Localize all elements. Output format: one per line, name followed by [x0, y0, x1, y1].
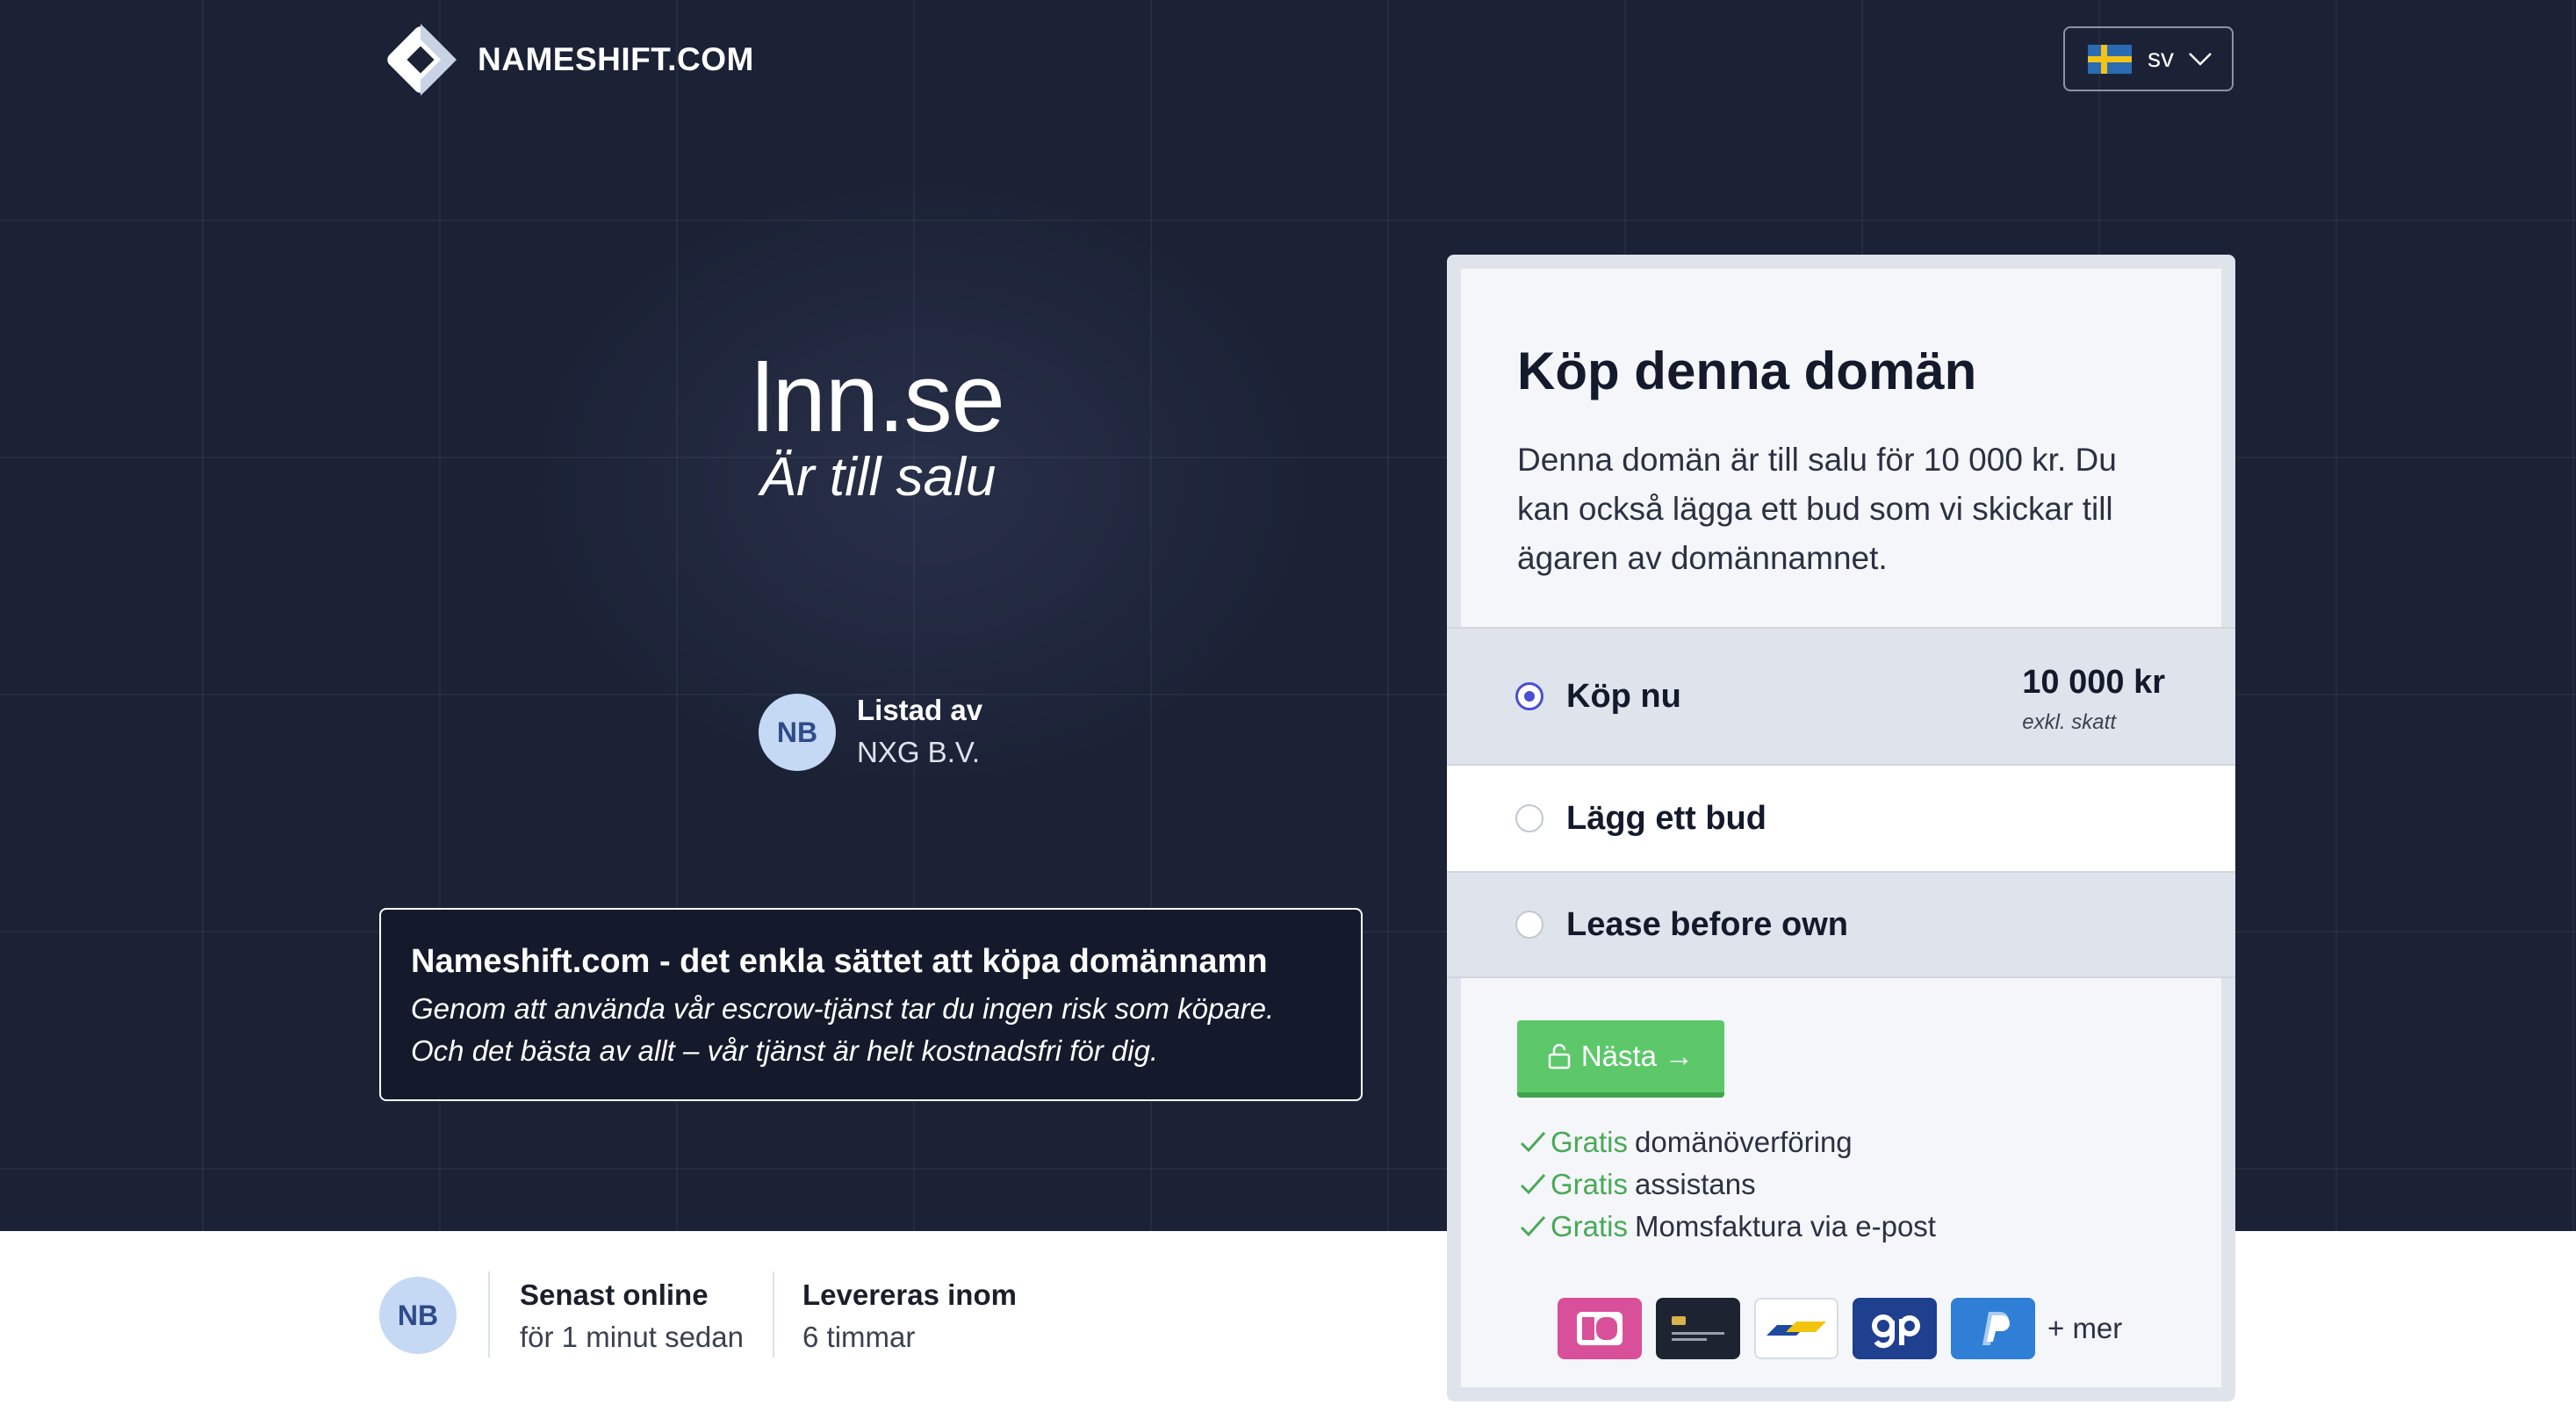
radio-buy-now[interactable]: [1515, 682, 1543, 710]
chevron-down-icon: [2188, 50, 2213, 68]
check-icon: [1519, 1214, 1547, 1240]
option-label: Köp nu: [1566, 677, 1681, 715]
option-buy-now[interactable]: Köp nu 10 000 kr exkl. skatt: [1447, 627, 2235, 764]
check-icon: [1519, 1129, 1547, 1156]
benefit-item: Gratis domänöverföring: [1519, 1126, 1853, 1159]
sweden-flag-icon: [2088, 44, 2132, 74]
benefit-text: Momsfaktura via e-post: [1635, 1210, 1936, 1242]
delivery-label: Levereras inom: [802, 1278, 1017, 1311]
radio-lease[interactable]: [1515, 911, 1543, 939]
price-value: 10 000 kr: [2022, 664, 2165, 701]
next-button[interactable]: Nästa →: [1517, 1020, 1724, 1098]
benefit-highlight: Gratis: [1551, 1168, 1629, 1200]
card-icon: [1656, 1298, 1740, 1359]
language-code: sv: [2148, 44, 2174, 73]
language-selector[interactable]: sv: [2063, 26, 2234, 91]
bancontact-icon: [1754, 1298, 1838, 1359]
benefit-item: Gratis assistans: [1519, 1168, 1756, 1201]
site-logo[interactable]: NAMESHIFT.COM: [378, 16, 754, 104]
radio-make-bid[interactable]: [1515, 804, 1543, 832]
giropay-icon: [1853, 1298, 1937, 1359]
lock-icon: [1548, 1043, 1571, 1070]
info-box-title: Nameshift.com - det enkla sättet att köp…: [411, 943, 1268, 980]
paypal-icon: [1951, 1298, 2035, 1359]
benefit-highlight: Gratis: [1551, 1126, 1629, 1158]
divider: [488, 1271, 490, 1358]
benefit-text: domänöverföring: [1635, 1126, 1853, 1158]
benefit-highlight: Gratis: [1551, 1210, 1629, 1242]
escrow-info-box: Nameshift.com - det enkla sättet att köp…: [379, 908, 1363, 1101]
benefit-item: Gratis Momsfaktura via e-post: [1519, 1210, 1936, 1243]
divider: [773, 1271, 774, 1358]
domain-name: lnn.se: [752, 344, 1005, 452]
next-button-label: Nästa →: [1580, 1040, 1695, 1072]
ideal-icon: [1558, 1298, 1642, 1359]
seller-avatar-small: NB: [379, 1277, 457, 1354]
listed-by-value: NXG B.V.: [857, 736, 981, 768]
option-lease[interactable]: Lease before own: [1447, 871, 2235, 978]
option-label: Lease before own: [1566, 905, 1848, 943]
delivery-value: 6 timmar: [802, 1321, 916, 1353]
seller-avatar: NB: [759, 694, 836, 771]
benefit-text: assistans: [1635, 1168, 1756, 1200]
info-box-text: Genom att använda vår escrow-tjänst tar …: [411, 992, 1275, 1067]
option-make-bid[interactable]: Lägg ett bud: [1447, 764, 2235, 871]
card-title: Köp denna domän: [1517, 342, 1977, 400]
for-sale-subtitle: Är till salu: [759, 447, 997, 508]
purchase-card-header: Köp denna domän Denna domän är till salu…: [1461, 269, 2221, 620]
listed-by-label: Listad av: [857, 694, 983, 726]
more-payments-text: + mer: [2047, 1312, 2123, 1344]
check-icon: [1519, 1171, 1547, 1198]
option-label: Lägg ett bud: [1566, 799, 1767, 837]
logo-diamond-icon: [378, 17, 464, 103]
price-block: 10 000 kr exkl. skatt: [2022, 664, 2165, 735]
card-description: Denna domän är till salu för 10 000 kr. …: [1517, 442, 2117, 576]
price-note: exkl. skatt: [2022, 710, 2116, 734]
logo-text: NAMESHIFT.COM: [478, 41, 754, 77]
last-online-value: för 1 minut sedan: [520, 1321, 744, 1353]
last-online-label: Senast online: [520, 1278, 709, 1311]
